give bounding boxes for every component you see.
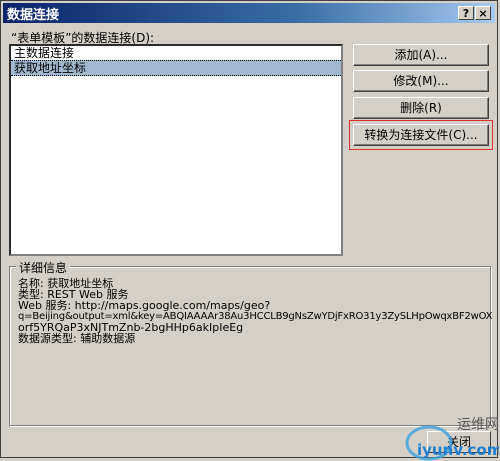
detail-line: Web 服务: http://maps.google.com/maps/geo? <box>18 299 271 312</box>
data-connections-dialog: 数据连接 ? × “表单模板”的数据连接(D): 主数据连接 获取地址坐标 添加… <box>0 0 499 461</box>
detail-line: 数据源类型: 辅助数据源 <box>18 332 136 345</box>
details-group: 详细信息 名称: 获取地址坐标 类型: REST Web 服务 Web 服务: … <box>9 259 492 426</box>
list-item[interactable]: 主数据连接 <box>11 46 341 60</box>
add-button[interactable]: 添加(A)... <box>353 44 489 66</box>
list-item[interactable]: 获取地址坐标 <box>11 60 341 76</box>
dialog-title: 数据连接 <box>7 7 60 23</box>
title-bar: 数据连接 ? × <box>3 3 495 23</box>
watermark-text: 运维网 <box>457 417 499 433</box>
connections-list[interactable]: 主数据连接 获取地址坐标 <box>9 44 343 256</box>
modify-button[interactable]: 修改(M)... <box>353 70 489 92</box>
help-button[interactable]: ? <box>458 6 474 20</box>
watermark-logo-icon: 运维网 iyunv.com <box>405 417 499 461</box>
details-title: 详细信息 <box>16 259 71 276</box>
details-text: 名称: 获取地址坐标 类型: REST Web 服务 Web 服务: http:… <box>18 278 492 345</box>
watermark-url: iyunv.com <box>417 441 499 459</box>
close-window-button[interactable]: × <box>475 6 491 20</box>
delete-button[interactable]: 删除(R) <box>353 97 489 119</box>
convert-to-connection-file-button[interactable]: 转换为连接文件(C)... <box>353 124 489 146</box>
